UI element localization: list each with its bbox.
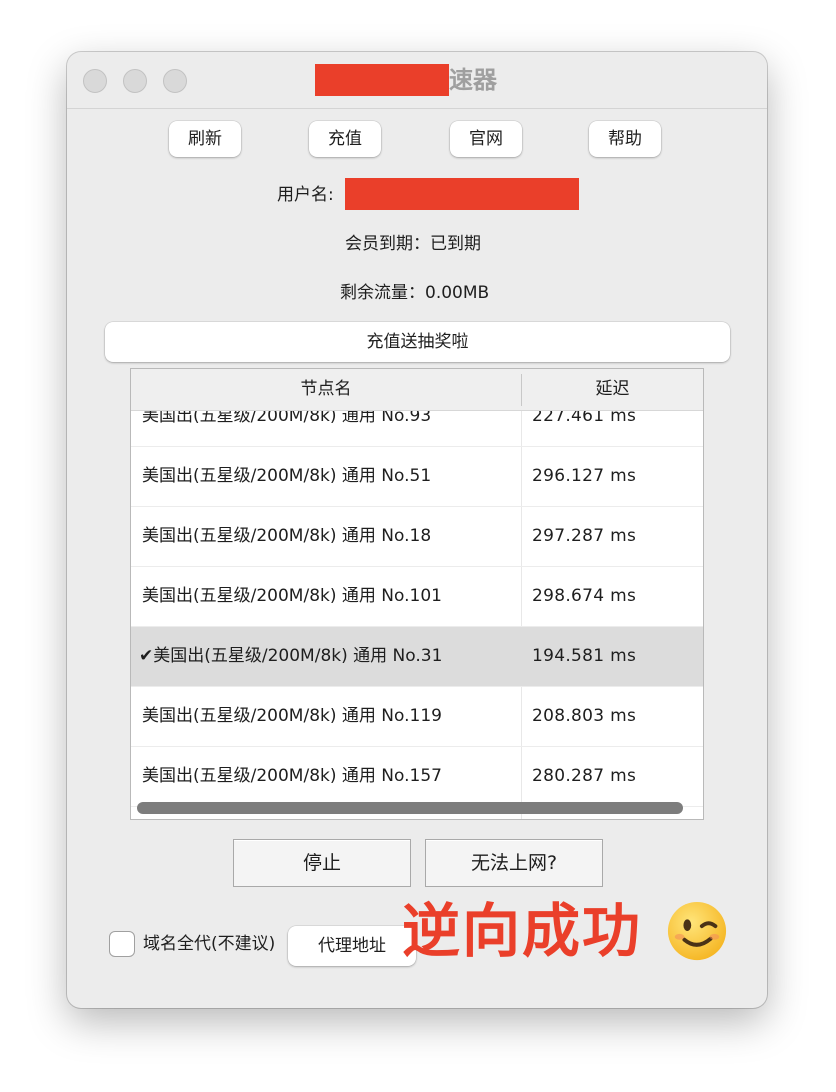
node-table: 节点名 延迟 美国出(五星级/200M/8k) 通用 No.93 227.461… [130,368,704,820]
global-domain-checkbox[interactable] [109,931,135,957]
proxy-address-button[interactable]: 代理地址 [288,926,416,966]
website-button[interactable]: 官网 [450,121,522,157]
table-row[interactable]: 美国出(五星级/200M/8k) 通用 No.119 208.803 ms [131,687,703,747]
table-body: 美国出(五星级/200M/8k) 通用 No.93 227.461 ms 美国出… [131,411,703,819]
recharge-button[interactable]: 充值 [309,121,381,157]
global-domain-label: 域名全代(不建议) [143,934,276,954]
node-name: 美国出(五星级/200M/8k) 通用 No.119 [142,706,442,726]
table-row[interactable]: 美国出(五星级/200M/8k) 通用 No.157 280.287 ms [131,747,703,807]
node-latency: 297.287 ms [532,526,637,546]
column-header-latency[interactable]: 延迟 [522,369,703,409]
username-label: 用户名: [277,185,334,205]
node-name: 美国出(五星级/200M/8k) 通用 No.101 [142,586,442,606]
app-window: 速器 刷新 充值 官网 帮助 用户名: 会员到期：已到期 剩余流量：0.00MB… [67,52,767,1008]
table-row[interactable]: 美国出(五星级/200M/8k) 通用 No.51 296.127 ms [131,447,703,507]
node-latency: 227.461 ms [532,411,637,426]
node-name: 美国出(五星级/200M/8k) 通用 No.157 [142,766,442,786]
refresh-button[interactable]: 刷新 [169,121,241,157]
stop-button[interactable]: 停止 [233,839,411,887]
membership-status: 会员到期：已到期 [345,234,481,254]
node-name: 美国出(五星级/200M/8k) 通用 No.93 [142,411,432,426]
horizontal-scrollbar[interactable] [137,802,683,814]
minimize-window-button[interactable] [123,69,147,93]
node-name: 美国出(五星级/200M/8k) 通用 No.18 [142,526,432,546]
table-row[interactable]: 美国出(五星级/200M/8k) 通用 No.18 297.287 ms [131,507,703,567]
node-latency: 194.581 ms [532,646,637,666]
table-row-selected[interactable]: ✔美国出(五星级/200M/8k) 通用 No.31 194.581 ms [131,627,703,687]
remaining-traffic: 剩余流量：0.00MB [340,283,490,303]
zoom-window-button[interactable] [163,69,187,93]
column-header-node-name[interactable]: 节点名 [131,369,521,409]
winking-face-emoji-icon [667,901,727,961]
node-latency: 208.803 ms [532,706,637,726]
cannot-connect-button[interactable]: 无法上网? [425,839,603,887]
table-row[interactable]: 美国出(五星级/200M/8k) 通用 No.93 227.461 ms [131,411,703,447]
help-button[interactable]: 帮助 [589,121,661,157]
table-row[interactable]: 美国出(五星级/200M/8k) 通用 No.101 298.674 ms [131,567,703,627]
node-name: ✔美国出(五星级/200M/8k) 通用 No.31 [139,646,443,666]
node-name: 美国出(五星级/200M/8k) 通用 No.51 [142,466,432,486]
node-latency: 298.674 ms [532,586,637,606]
title-bar: 速器 [67,52,767,109]
username-redaction [345,178,579,210]
promo-button[interactable]: 充值送抽奖啦 [105,322,730,362]
node-latency: 280.287 ms [532,766,637,786]
close-window-button[interactable] [83,69,107,93]
window-title: 速器 [449,66,497,94]
node-latency: 296.127 ms [532,466,637,486]
table-header: 节点名 延迟 [131,369,703,411]
overlay-caption: 逆向成功 [402,897,643,965]
title-redaction [315,64,449,96]
